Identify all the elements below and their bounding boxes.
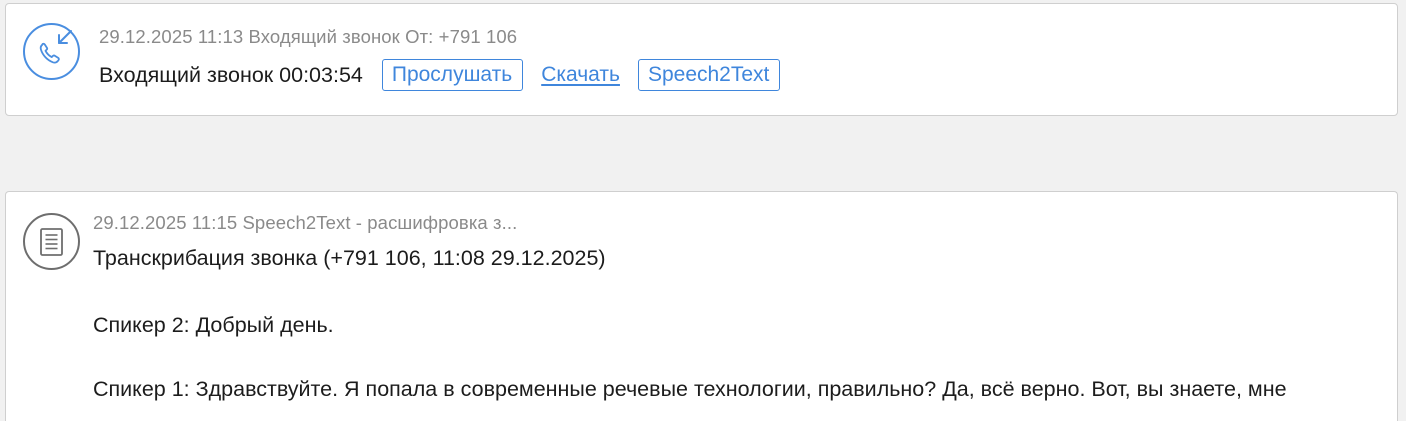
call-main-line: Входящий звонок 00:03:54 Прослушать Скач… xyxy=(99,59,781,91)
incoming-call-card: 29.12.2025 11:13 Входящий звонок От: +79… xyxy=(5,3,1398,116)
call-meta-info: 29.12.2025 11:13 Входящий звонок От: +79… xyxy=(99,26,518,47)
incoming-call-icon xyxy=(23,23,80,80)
document-icon xyxy=(23,213,80,270)
transcript-title: Транскрибация звонка (+791 106, 11:08 29… xyxy=(93,246,606,270)
transcript-meta-info: 29.12.2025 11:15 Speech2Text - расшифров… xyxy=(93,212,518,233)
call-title: Входящий звонок 00:03:54 xyxy=(99,62,363,87)
transcript-line: Спикер 1: Здравствуйте. Я попала в совре… xyxy=(93,377,1287,401)
transcript-line: Спикер 2: Добрый день. xyxy=(93,313,334,337)
listen-button[interactable]: Прослушать xyxy=(381,59,524,91)
speech2text-button[interactable]: Speech2Text xyxy=(637,59,781,91)
download-link[interactable]: Скачать xyxy=(541,63,620,87)
